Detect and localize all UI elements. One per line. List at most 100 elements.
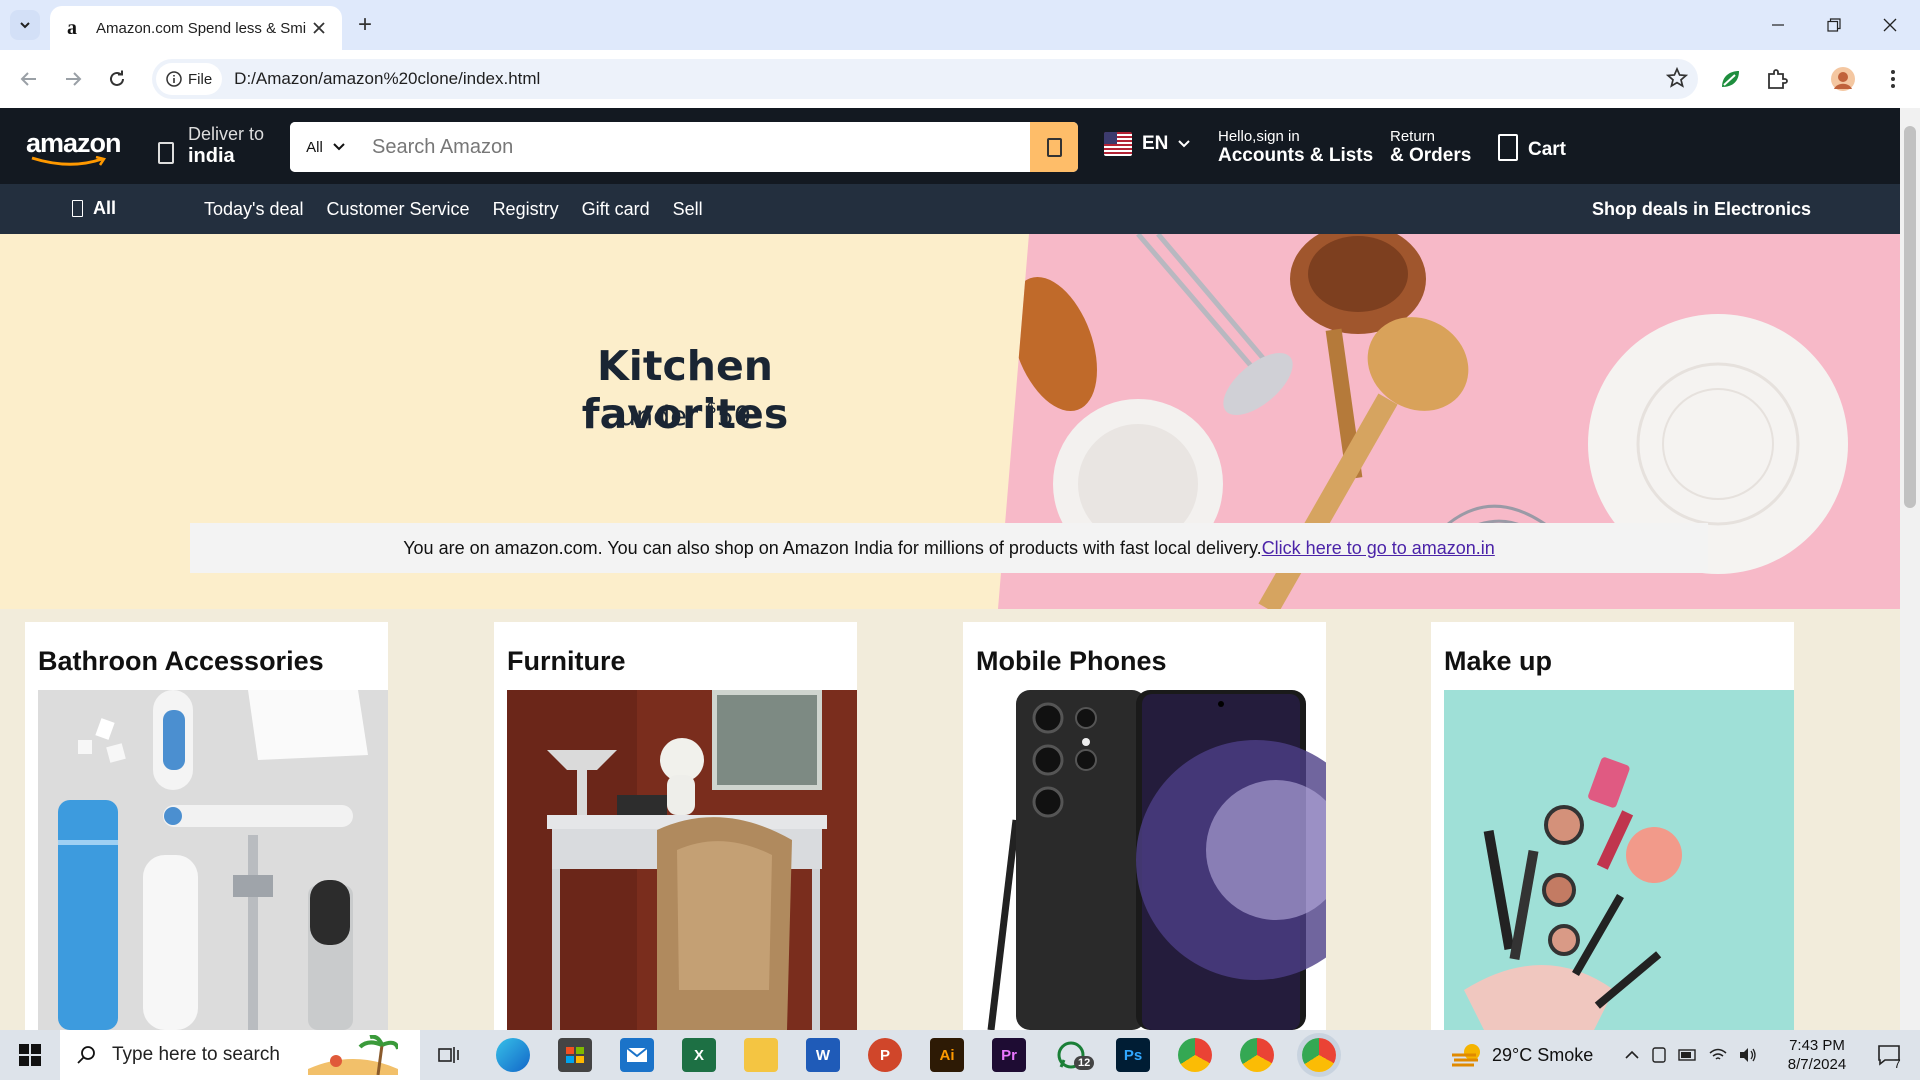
returns-orders[interactable]: Return & Orders bbox=[1390, 128, 1471, 167]
illustrator-icon[interactable]: Ai bbox=[930, 1038, 964, 1072]
clock-time: 7:43 PM bbox=[1789, 1037, 1845, 1054]
category-title: Bathroon Accessories bbox=[38, 646, 324, 676]
scrollbar-thumb[interactable] bbox=[1904, 126, 1916, 508]
category-card-bathroom[interactable]: Bathroon Accessories bbox=[25, 622, 388, 1030]
forward-button[interactable] bbox=[58, 64, 88, 94]
deliver-line1: Deliver to bbox=[188, 124, 265, 144]
makeup-image bbox=[1444, 690, 1794, 1030]
tab-title: Amazon.com Spend less & Smile more bbox=[96, 19, 306, 37]
hero-subtitle-currency: $ bbox=[706, 398, 717, 417]
logo-smile-icon bbox=[31, 156, 107, 166]
start-button[interactable] bbox=[0, 1030, 60, 1080]
battery-icon[interactable] bbox=[1678, 1048, 1698, 1062]
browser-tab-active[interactable]: a Amazon.com Spend less & Smile more bbox=[50, 6, 342, 50]
nav-link-sell[interactable]: Sell bbox=[673, 199, 703, 220]
site-info-chip[interactable]: File bbox=[156, 63, 223, 95]
cart-label: Cart bbox=[1528, 139, 1567, 160]
nav-all-label: All bbox=[93, 198, 117, 218]
url-text[interactable]: D:/Amazon/amazon%20clone/index.html bbox=[234, 69, 540, 89]
file-explorer-icon[interactable] bbox=[744, 1038, 778, 1072]
profile-avatar[interactable] bbox=[1828, 64, 1858, 94]
furniture-image bbox=[507, 690, 857, 1030]
notification-center-button[interactable]: 7 bbox=[1866, 1030, 1912, 1080]
category-title: Furniture bbox=[507, 646, 626, 676]
chrome-active-icon[interactable] bbox=[1302, 1038, 1336, 1072]
mail-icon[interactable] bbox=[620, 1038, 654, 1072]
nav-link-gift-card[interactable]: Gift card bbox=[582, 199, 650, 220]
region-notice: You are on amazon.com. You can also shop… bbox=[190, 523, 1708, 573]
clock-date: 8/7/2024 bbox=[1787, 1056, 1847, 1073]
whatsapp-icon[interactable]: 12 bbox=[1054, 1038, 1095, 1072]
photoshop-icon[interactable]: Ps bbox=[1116, 1038, 1150, 1072]
hero-banner[interactable]: Kitchen favorites under $50 You are on a… bbox=[0, 234, 1900, 609]
mobile-phones-image bbox=[976, 690, 1326, 1030]
volume-icon[interactable] bbox=[1738, 1047, 1758, 1063]
extension-leaf-icon[interactable] bbox=[1715, 64, 1745, 94]
tab-search-button[interactable] bbox=[10, 10, 40, 40]
taskbar-clock[interactable]: 7:43 PM 8/7/2024 bbox=[1774, 1036, 1860, 1074]
search-input[interactable] bbox=[362, 122, 1030, 172]
premiere-icon[interactable]: Pr bbox=[992, 1038, 1026, 1072]
site-chip-label: File bbox=[188, 70, 213, 88]
page-scrollbar[interactable] bbox=[1900, 108, 1920, 1030]
account-lists[interactable]: Hello,sign in Accounts & Lists bbox=[1218, 128, 1373, 167]
nav-link-todays-deal[interactable]: Today's deal bbox=[204, 199, 304, 220]
search-category-select[interactable]: All bbox=[290, 122, 362, 172]
address-bar[interactable]: File D:/Amazon/amazon%20clone/index.html bbox=[152, 59, 1698, 99]
powerpoint-icon[interactable]: P bbox=[868, 1038, 902, 1072]
region-notice-text: You are on amazon.com. You can also shop… bbox=[403, 537, 1262, 558]
logo-text: amazon bbox=[26, 128, 122, 158]
nav-link-registry[interactable]: Registry bbox=[493, 199, 559, 220]
search-bar: All bbox=[290, 122, 1078, 172]
bookmark-star-icon[interactable] bbox=[1665, 66, 1689, 94]
location-pin-icon bbox=[158, 142, 174, 164]
chrome-icon[interactable] bbox=[1178, 1038, 1212, 1072]
search-button[interactable] bbox=[1030, 122, 1078, 172]
taskbar-search[interactable]: Type here to search bbox=[60, 1030, 420, 1080]
minimize-button[interactable] bbox=[1750, 0, 1806, 50]
menu-kebab-icon[interactable] bbox=[1878, 64, 1908, 94]
edge-icon[interactable] bbox=[496, 1038, 530, 1072]
extensions-puzzle-icon[interactable] bbox=[1762, 64, 1792, 94]
deliver-to[interactable]: Deliver to india bbox=[158, 124, 264, 168]
restore-button[interactable] bbox=[1806, 0, 1862, 50]
meet-now-icon[interactable] bbox=[1650, 1046, 1668, 1064]
category-title: Make up bbox=[1444, 646, 1553, 676]
wifi-icon[interactable] bbox=[1708, 1047, 1728, 1063]
language-code: EN bbox=[1142, 133, 1169, 154]
category-card-makeup[interactable]: Make up bbox=[1431, 622, 1794, 1030]
category-card-furniture[interactable]: Furniture bbox=[494, 622, 857, 1030]
windows-logo-icon bbox=[19, 1044, 41, 1066]
close-window-button[interactable] bbox=[1862, 0, 1918, 50]
store-icon[interactable] bbox=[558, 1038, 592, 1072]
close-icon bbox=[1883, 18, 1897, 32]
search-highlight-beach-icon bbox=[307, 1035, 398, 1075]
weather-widget[interactable]: 29°C Smoke bbox=[1450, 1030, 1593, 1080]
cart-button[interactable]: Cart bbox=[1498, 134, 1566, 161]
close-tab-icon[interactable] bbox=[308, 17, 330, 39]
browser-tabstrip: a Amazon.com Spend less & Smile more + bbox=[0, 0, 1920, 50]
language-selector[interactable]: EN bbox=[1104, 132, 1191, 156]
chrome-profile-icon[interactable] bbox=[1240, 1038, 1274, 1072]
nav-link-customer-service[interactable]: Customer Service bbox=[327, 199, 470, 220]
reload-icon bbox=[110, 70, 124, 86]
nav-all-menu[interactable]: All bbox=[72, 198, 116, 219]
browser-toolbar: File D:/Amazon/amazon%20clone/index.html bbox=[0, 50, 1920, 108]
hero-subtitle-amount: 50 bbox=[716, 401, 752, 432]
back-button[interactable] bbox=[14, 64, 44, 94]
reload-button[interactable] bbox=[102, 64, 132, 94]
info-icon bbox=[166, 71, 182, 87]
new-tab-button[interactable]: + bbox=[352, 11, 378, 38]
returns-line2: & Orders bbox=[1390, 145, 1472, 166]
task-view-icon[interactable] bbox=[432, 1038, 466, 1072]
amazon-logo[interactable]: amazon bbox=[26, 128, 122, 168]
region-notice-link[interactable]: Click here to go to amazon.in bbox=[1262, 538, 1495, 559]
chevron-up-icon[interactable] bbox=[1624, 1049, 1640, 1061]
cart-icon bbox=[1498, 134, 1518, 161]
hamburger-icon bbox=[72, 200, 83, 217]
restore-icon bbox=[1827, 18, 1841, 32]
category-card-mobile-phones[interactable]: Mobile Phones bbox=[963, 622, 1326, 1030]
nav-deals-electronics[interactable]: Shop deals in Electronics bbox=[1592, 199, 1811, 220]
word-icon[interactable]: W bbox=[806, 1038, 840, 1072]
excel-icon[interactable]: X bbox=[682, 1038, 716, 1072]
